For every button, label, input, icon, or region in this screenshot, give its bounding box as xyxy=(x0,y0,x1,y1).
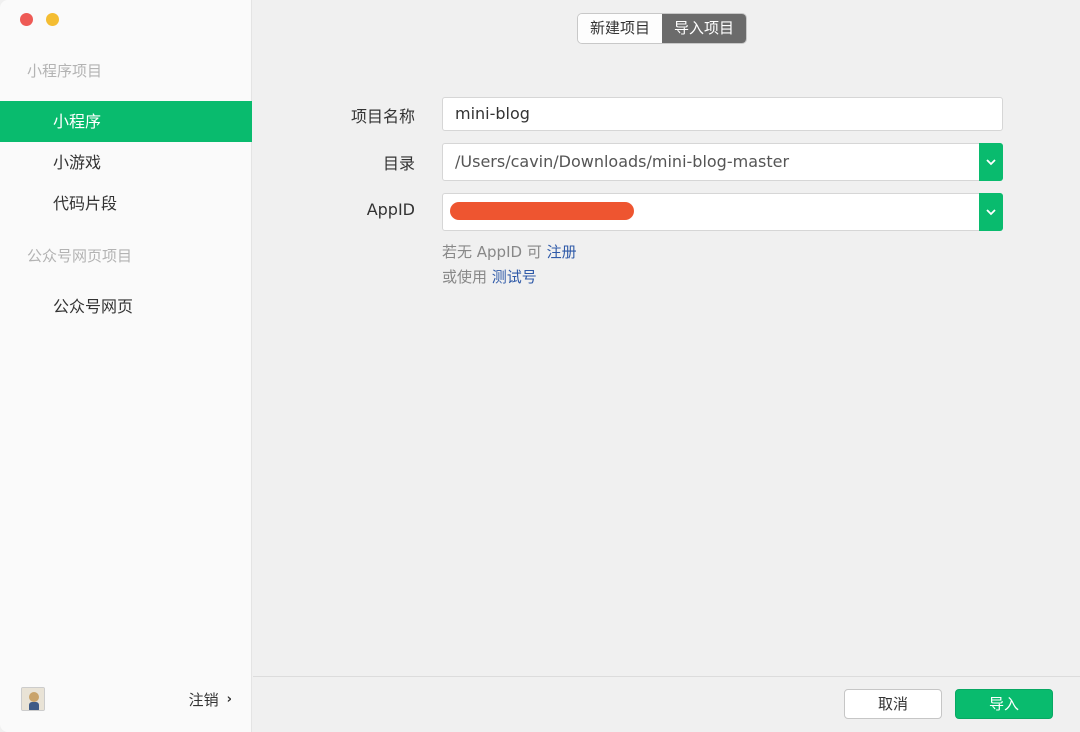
appid-redaction xyxy=(450,202,634,220)
close-window-button[interactable] xyxy=(20,13,33,26)
register-link[interactable]: 注册 xyxy=(547,243,577,261)
project-name-input[interactable]: mini-blog xyxy=(442,97,1003,131)
project-type-tabs: 新建项目 导入项目 xyxy=(577,13,748,44)
sidebar-item-mini-game[interactable]: 小游戏 xyxy=(0,142,252,183)
test-account-hint: 或使用 测试号 xyxy=(442,266,537,287)
test-account-hint-text: 或使用 xyxy=(442,268,488,286)
section-title-official-account: 公众号网页项目 xyxy=(27,247,133,265)
chevron-down-icon xyxy=(986,158,996,165)
logout-label: 注销 xyxy=(188,691,219,709)
sidebar-footer: 注销 › xyxy=(0,677,252,732)
register-hint: 若无 AppID 可 注册 xyxy=(442,241,577,262)
appid-dropdown-button[interactable] xyxy=(979,193,1003,231)
directory-select[interactable]: /Users/cavin/Downloads/mini-blog-master xyxy=(442,143,1003,181)
chevron-right-icon: › xyxy=(226,692,232,707)
logout-button[interactable]: 注销 › xyxy=(189,689,232,710)
sidebar-item-mini-program[interactable]: 小程序 xyxy=(0,101,252,142)
tab-new-project[interactable]: 新建项目 xyxy=(578,14,663,43)
sidebar-item-official-web[interactable]: 公众号网页 xyxy=(0,286,252,327)
window-controls xyxy=(20,13,59,26)
section-title-mini-program: 小程序项目 xyxy=(27,62,103,80)
project-name-label: 项目名称 xyxy=(350,107,415,126)
footer-bar: 取消 导入 xyxy=(253,676,1080,732)
directory-label: 目录 xyxy=(382,154,415,173)
chevron-down-icon xyxy=(986,208,996,215)
directory-dropdown-button[interactable] xyxy=(979,143,1003,181)
cancel-button[interactable]: 取消 xyxy=(844,689,942,719)
register-hint-text: 若无 AppID 可 xyxy=(442,243,542,261)
main-panel: 新建项目 导入项目 项目名称 mini-blog 目录 /Users/cavin… xyxy=(253,0,1080,732)
appid-select[interactable] xyxy=(442,193,1003,231)
avatar[interactable] xyxy=(21,687,45,711)
appid-label: AppID xyxy=(366,200,415,219)
import-project-window: 小程序项目 小程序 小游戏 代码片段 公众号网页项目 公众号网页 注销 › 新建… xyxy=(0,0,1080,732)
tab-import-project[interactable]: 导入项目 xyxy=(662,14,747,43)
directory-value: /Users/cavin/Downloads/mini-blog-master xyxy=(455,152,790,171)
avatar-image-icon xyxy=(22,688,44,710)
import-button[interactable]: 导入 xyxy=(955,689,1053,719)
sidebar-item-code-snippet[interactable]: 代码片段 xyxy=(0,183,252,224)
test-account-link[interactable]: 测试号 xyxy=(492,268,537,286)
minimize-window-button[interactable] xyxy=(46,13,59,26)
sidebar: 小程序项目 小程序 小游戏 代码片段 公众号网页项目 公众号网页 注销 › xyxy=(0,0,252,732)
